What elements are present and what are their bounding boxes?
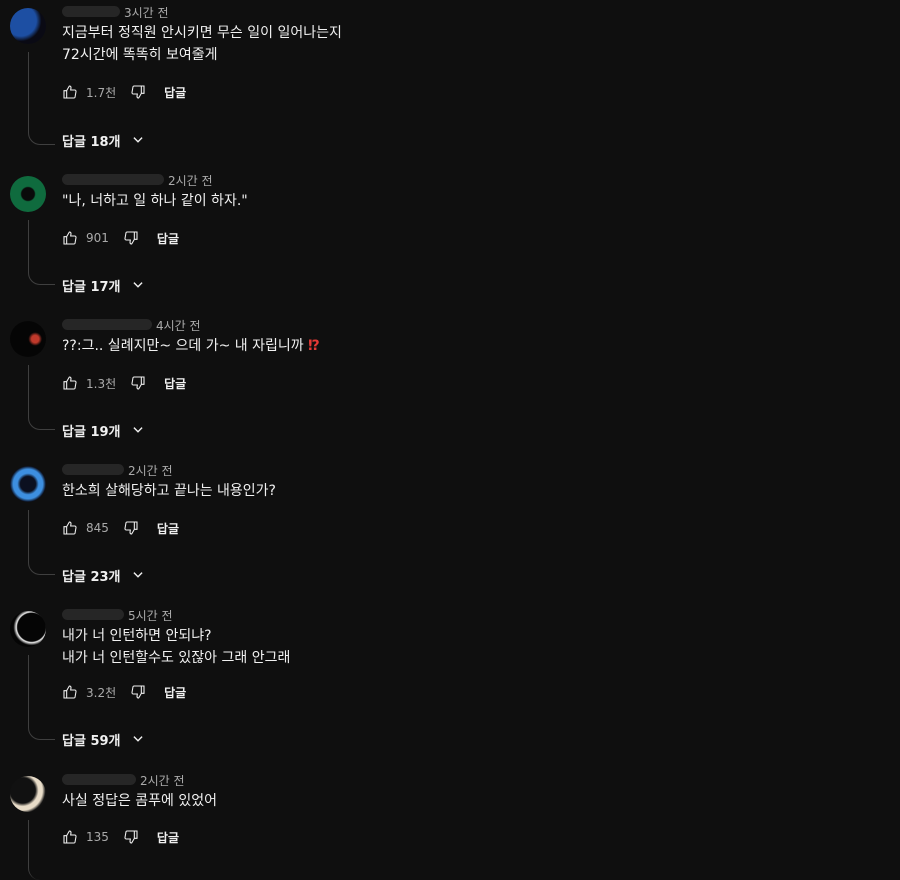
- comment-meta: 2시간 전: [62, 172, 213, 192]
- avatar[interactable]: [10, 176, 46, 212]
- comment-meta: 2시간 전: [62, 462, 173, 482]
- comment-meta: 5시간 전: [62, 607, 173, 627]
- reply-button[interactable]: 답글: [157, 520, 179, 537]
- comment-meta: 2시간 전: [62, 772, 185, 792]
- like-count: 3.2천: [86, 685, 117, 700]
- comment-actions: 901 답글: [62, 228, 179, 248]
- author-handle[interactable]: [62, 174, 164, 185]
- comment-actions: 1.3천 답글: [62, 373, 186, 393]
- like-count: 845: [86, 521, 109, 535]
- thumbs-down-icon[interactable]: [123, 230, 139, 246]
- thread-line: [28, 655, 55, 740]
- comment-text: 내가 너 인턴하면 안되냐? 내가 너 인턴할수도 있잖아 그래 안그래: [62, 628, 291, 666]
- replies-count: 답글 59개: [62, 733, 121, 749]
- avatar[interactable]: [10, 776, 46, 812]
- author-handle[interactable]: [62, 774, 136, 785]
- thumbs-up-icon[interactable]: [62, 230, 78, 246]
- comment-time[interactable]: 4시간 전: [156, 319, 201, 333]
- comment-time[interactable]: 2시간 전: [140, 774, 185, 788]
- comment-text: ??:그.. 실례지만~ 으데 가~ 내 자립니까 ⁉: [62, 335, 320, 357]
- thread-line: [28, 365, 55, 430]
- author-handle[interactable]: [62, 464, 124, 475]
- thumbs-down-icon[interactable]: [130, 375, 146, 391]
- comment-time[interactable]: 5시간 전: [128, 609, 173, 623]
- comment-text: "나, 너하고 일 하나 같이 하자.": [62, 193, 248, 209]
- thumbs-up-icon[interactable]: [62, 520, 78, 536]
- view-replies-button[interactable]: 답글 19개: [62, 419, 145, 441]
- author-handle[interactable]: [62, 609, 124, 620]
- thumbs-down-icon[interactable]: [130, 84, 146, 100]
- reply-button[interactable]: 답글: [157, 230, 179, 247]
- interrobang-emoji: ⁉: [308, 338, 320, 354]
- reply-button[interactable]: 답글: [164, 375, 186, 392]
- comment-text: 지금부터 정직원 안시키면 무슨 일이 일어나는지 72시간에 똑똑히 보여줄게: [62, 25, 342, 63]
- comment-meta: 4시간 전: [62, 317, 201, 337]
- comment-text-body: ??:그.. 실례지만~ 으데 가~ 내 자립니까: [62, 338, 304, 354]
- comment-time[interactable]: 2시간 전: [168, 174, 213, 188]
- author-handle[interactable]: [62, 6, 120, 17]
- thumbs-up-icon[interactable]: [62, 84, 78, 100]
- view-replies-button[interactable]: 답글 18개: [62, 129, 145, 151]
- comment-meta: 3시간 전: [62, 4, 169, 24]
- chevron-down-icon: [132, 137, 143, 143]
- reply-button[interactable]: 답글: [164, 684, 186, 701]
- like-count: 135: [86, 830, 109, 844]
- comment-text: 사실 정답은 콤푸에 있었어: [62, 793, 218, 809]
- replies-count: 답글 18개: [62, 134, 121, 150]
- avatar[interactable]: [10, 611, 46, 647]
- thumbs-down-icon[interactable]: [123, 520, 139, 536]
- like-count: 1.3천: [86, 376, 117, 391]
- thread-line: [28, 220, 55, 285]
- thumbs-up-icon[interactable]: [62, 375, 78, 391]
- thread-line: [28, 52, 55, 145]
- comment-time[interactable]: 3시간 전: [124, 6, 169, 20]
- comment-actions: 3.2천 답글: [62, 682, 186, 702]
- like-count: 1.7천: [86, 85, 117, 100]
- thread-line: [28, 820, 55, 880]
- reply-button[interactable]: 답글: [164, 84, 186, 101]
- avatar[interactable]: [10, 8, 46, 44]
- view-replies-button[interactable]: 답글 17개: [62, 274, 145, 296]
- thumbs-down-icon[interactable]: [123, 829, 139, 845]
- reply-button[interactable]: 답글: [157, 829, 179, 846]
- comment-actions: 135 답글: [62, 827, 179, 847]
- replies-count: 답글 17개: [62, 279, 121, 295]
- avatar[interactable]: [10, 466, 46, 502]
- replies-count: 답글 19개: [62, 424, 121, 440]
- comment-time[interactable]: 2시간 전: [128, 464, 173, 478]
- replies-count: 답글 23개: [62, 569, 121, 585]
- like-count: 901: [86, 231, 109, 245]
- thumbs-down-icon[interactable]: [130, 684, 146, 700]
- avatar[interactable]: [10, 321, 46, 357]
- chevron-down-icon: [132, 427, 143, 433]
- chevron-down-icon: [132, 282, 143, 288]
- thumbs-up-icon[interactable]: [62, 684, 78, 700]
- chevron-down-icon: [132, 736, 143, 742]
- thread-line: [28, 510, 55, 575]
- comment-text: 한소희 살해당하고 끝나는 내용인가?: [62, 483, 276, 499]
- view-replies-button[interactable]: 답글 59개: [62, 728, 145, 750]
- chevron-down-icon: [132, 572, 143, 578]
- thumbs-up-icon[interactable]: [62, 829, 78, 845]
- view-replies-button[interactable]: 답글 23개: [62, 564, 145, 586]
- author-handle[interactable]: [62, 319, 152, 330]
- comment-actions: 1.7천 답글: [62, 82, 186, 102]
- comment-actions: 845 답글: [62, 518, 179, 538]
